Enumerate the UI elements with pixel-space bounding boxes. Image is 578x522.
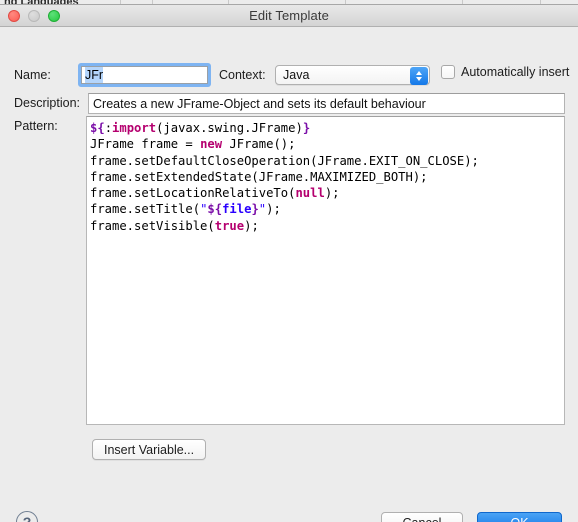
- pattern-code-line: frame.setExtendedState(JFrame.MAXIMIZED_…: [90, 169, 428, 184]
- name-input-inner[interactable]: JFr: [81, 66, 208, 84]
- insert-variable-button[interactable]: Insert Variable...: [92, 439, 207, 460]
- automatically-insert-label: Automatically insert: [461, 65, 570, 79]
- pattern-code-line: frame.setTitle("${file}");: [90, 202, 281, 217]
- ok-button[interactable]: OK: [477, 512, 562, 522]
- name-input[interactable]: JFr: [78, 63, 211, 87]
- context-label: Context:: [219, 68, 266, 82]
- window-controls: [8, 5, 60, 27]
- pattern-code-editor[interactable]: ${:import(javax.swing.JFrame)} JFrame fr…: [86, 116, 565, 425]
- dialog-title: Edit Template: [249, 8, 329, 23]
- question-mark-icon: ?: [22, 514, 32, 522]
- help-button[interactable]: ?: [16, 511, 38, 522]
- pattern-code-line: ${:import(javax.swing.JFrame)}: [90, 121, 311, 135]
- name-label: Name:: [14, 68, 51, 82]
- insert-variable-label: Insert Variable...: [104, 442, 195, 457]
- checkbox-icon[interactable]: [441, 65, 455, 79]
- cancel-button[interactable]: Cancel: [381, 512, 463, 522]
- context-dropdown-value: Java: [283, 68, 310, 82]
- dialog-titlebar[interactable]: Edit Template: [0, 5, 578, 27]
- description-input-value: Creates a new JFrame-Object and sets its…: [93, 96, 426, 111]
- pattern-code-line: frame.setLocationRelativeTo(null);: [90, 186, 340, 201]
- edit-template-dialog: Edit Template Name: JFr Context: Java Au…: [0, 4, 578, 522]
- context-dropdown[interactable]: Java: [275, 65, 430, 85]
- pattern-code-line: frame.setDefaultCloseOperation(JFrame.EX…: [90, 153, 479, 168]
- pattern-label: Pattern:: [14, 119, 58, 133]
- zoom-icon[interactable]: [48, 10, 60, 22]
- name-input-value: JFr: [85, 67, 104, 83]
- pattern-code-line: frame.setVisible(true);: [90, 218, 259, 233]
- description-label: Description:: [14, 96, 80, 110]
- minimize-icon[interactable]: [28, 10, 40, 22]
- automatically-insert-checkbox[interactable]: Automatically insert: [441, 65, 569, 79]
- description-input[interactable]: Creates a new JFrame-Object and sets its…: [88, 93, 565, 114]
- pattern-code-line: JFrame frame = new JFrame();: [90, 137, 296, 152]
- close-icon[interactable]: [8, 10, 20, 22]
- chevron-updown-icon[interactable]: [410, 67, 428, 85]
- ok-button-label: OK: [510, 516, 528, 522]
- cancel-button-label: Cancel: [403, 516, 442, 522]
